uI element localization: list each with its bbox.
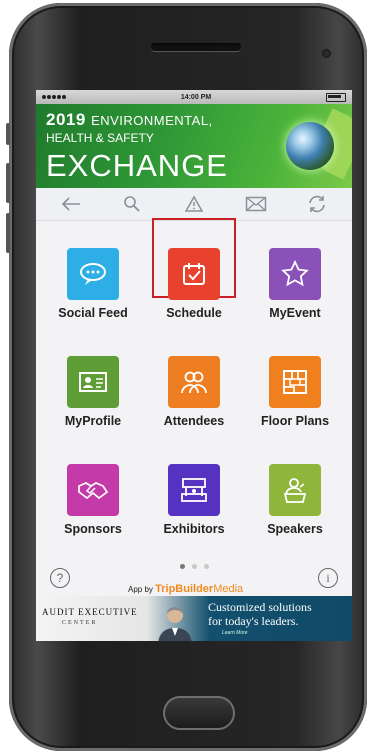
ad-line-2: for today's leaders.: [208, 614, 299, 628]
tile-label: MyEvent: [269, 306, 321, 320]
tile-speakers[interactable]: Speakers: [250, 464, 340, 554]
refresh-icon: [309, 195, 325, 213]
ad-banner[interactable]: AUDIT EXECUTIVE CENTER Customized soluti…: [36, 596, 352, 641]
mail-button[interactable]: [241, 191, 271, 217]
speaker-podium-icon: [269, 464, 321, 516]
floor-plan-icon: [269, 356, 321, 408]
tile-social-feed[interactable]: Social Feed: [48, 248, 138, 338]
star-icon: [269, 248, 321, 300]
tile-label: Floor Plans: [260, 414, 330, 428]
brand-name: TripBuilder: [155, 583, 214, 595]
home-button[interactable]: [163, 696, 235, 730]
tile-floor-plans[interactable]: Floor Plans: [250, 356, 340, 446]
tile-label: Sponsors: [64, 522, 122, 536]
status-time: 14:00 PM: [180, 93, 212, 101]
mute-switch: [6, 123, 10, 145]
calendar-check-icon: [168, 248, 220, 300]
search-button[interactable]: [117, 191, 147, 217]
tile-exhibitors[interactable]: Exhibitors: [149, 464, 239, 554]
help-button[interactable]: ?: [50, 568, 70, 588]
app-screen: 14:00 PM 2019 ENVIRONMENTAL, HEALTH & SA…: [36, 90, 352, 641]
tile-label: Exhibitors: [163, 522, 225, 536]
tile-schedule[interactable]: Schedule: [149, 248, 239, 338]
tile-label: Social Feed: [58, 306, 128, 320]
globe-graphic: [286, 122, 334, 170]
alerts-button[interactable]: [179, 191, 209, 217]
tile-label: Schedule: [166, 306, 222, 320]
footer: ? App by TripBuilderMedia i: [36, 568, 352, 596]
volume-up-button: [6, 163, 10, 203]
ad-line-1: Customized solutions: [208, 600, 312, 614]
people-icon: [168, 356, 220, 408]
tile-label: Speakers: [267, 522, 323, 536]
ad-cta[interactable]: Learn More: [222, 630, 248, 636]
earpiece-speaker: [151, 43, 241, 51]
tile-label: Attendees: [163, 414, 225, 428]
search-icon: [124, 196, 141, 212]
front-camera: [322, 49, 331, 58]
banner-line-1: 2019 ENVIRONMENTAL,: [46, 110, 213, 129]
banner-line-2: HEALTH & SAFETY: [46, 131, 154, 145]
ad-person-photo: [158, 607, 192, 641]
battery-icon: [325, 92, 346, 102]
ad-title: AUDIT EXECUTIVE: [42, 607, 138, 617]
signal-icon: [42, 95, 66, 99]
tile-label: MyProfile: [64, 414, 122, 428]
sync-button[interactable]: [302, 191, 332, 217]
toolbar: [36, 188, 352, 221]
warning-icon: [184, 195, 204, 212]
status-bar: 14:00 PM: [36, 90, 352, 104]
back-button[interactable]: [56, 191, 86, 217]
mail-icon: [245, 196, 266, 212]
tile-my-profile[interactable]: MyProfile: [48, 356, 138, 446]
arrow-left-icon: [61, 197, 80, 211]
handshake-icon: [67, 464, 119, 516]
tile-sponsors[interactable]: Sponsors: [48, 464, 138, 554]
app-by-credit[interactable]: App by TripBuilderMedia: [128, 583, 243, 595]
tile-my-event[interactable]: MyEvent: [250, 248, 340, 338]
info-button[interactable]: i: [318, 568, 338, 588]
booth-icon: [168, 464, 220, 516]
event-banner: 2019 ENVIRONMENTAL, HEALTH & SAFETY EXCH…: [36, 104, 352, 188]
volume-down-button: [6, 213, 10, 253]
brand-suffix: Media: [213, 583, 244, 595]
id-card-icon: [67, 356, 119, 408]
ad-subtitle: CENTER: [62, 620, 98, 626]
app-by-label: App by: [128, 585, 153, 594]
banner-title: EXCHANGE: [46, 148, 228, 183]
tile-attendees[interactable]: Attendees: [149, 356, 239, 446]
chat-bubble-icon: [67, 248, 119, 300]
